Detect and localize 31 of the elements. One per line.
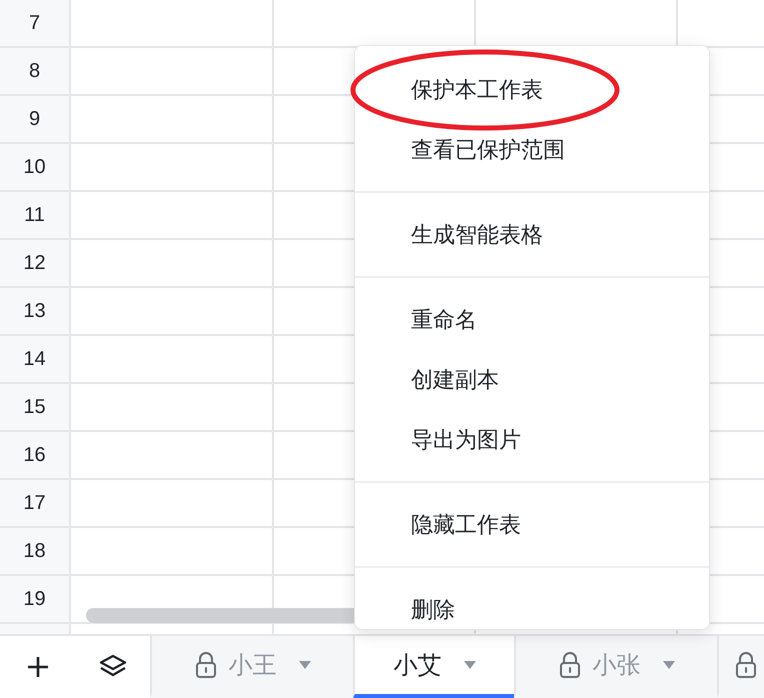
menu-item[interactable]: 创建副本 — [355, 350, 709, 410]
row-number: 15 — [0, 384, 71, 430]
caret-icon — [662, 661, 674, 669]
menu-item[interactable]: 保护本工作表 — [355, 60, 709, 120]
row-number: 9 — [0, 96, 71, 142]
sheet-name: 小张 — [592, 651, 640, 681]
row-number: 18 — [0, 528, 71, 574]
menu-item[interactable]: 查看已保护范围 — [355, 120, 709, 180]
lock-icon — [194, 651, 216, 679]
sheet-tab[interactable]: 小艾 — [353, 636, 514, 698]
row-number: 7 — [0, 0, 71, 46]
row-number: 13 — [0, 288, 71, 334]
row-number: 14 — [0, 336, 71, 382]
menu-item[interactable]: 生成智能表格 — [355, 205, 709, 265]
menu-item[interactable]: 重命名 — [355, 290, 709, 350]
row-number: 16 — [0, 432, 71, 478]
row-number: 12 — [0, 240, 71, 286]
caret-icon — [298, 661, 310, 669]
menu-item[interactable]: 导出为图片 — [355, 410, 709, 470]
sheet-name: 小王 — [228, 651, 276, 681]
plus-icon — [26, 655, 50, 679]
lock-icon — [735, 651, 757, 679]
row-number: 10 — [0, 144, 71, 190]
row-number: 11 — [0, 192, 71, 238]
row-number: 17 — [0, 480, 71, 526]
lock-icon — [558, 651, 580, 679]
menu-item[interactable]: 隐藏工作表 — [355, 495, 709, 555]
caret-icon — [464, 661, 476, 669]
row-number: 19 — [0, 576, 71, 622]
sheet-name: 小艾 — [394, 651, 442, 681]
row-number: 8 — [0, 48, 71, 94]
